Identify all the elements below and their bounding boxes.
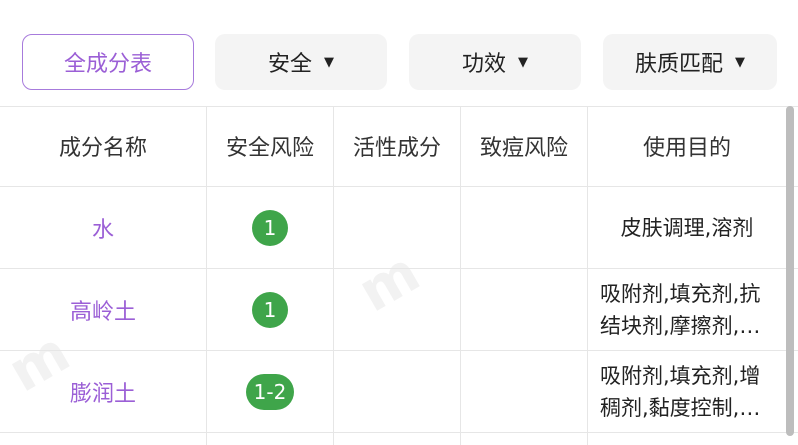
ingredient-table: 成分名称 安全风险 活性成分 致痘风险 使用目的 水 1 皮肤调理,溶剂 高岭土… xyxy=(0,106,798,445)
safety-filter-label: 安全 xyxy=(267,52,312,77)
active-cell xyxy=(334,187,460,269)
header-name: 成分名称 xyxy=(58,136,147,161)
ingredient-name-link[interactable]: 膨润土 xyxy=(0,351,206,433)
acne-cell xyxy=(461,351,587,433)
all-ingredients-button[interactable]: 全成分表 xyxy=(22,34,194,90)
efficacy-filter-dropdown[interactable]: 功效 ▼ xyxy=(409,34,581,90)
safety-badge: 1 xyxy=(252,292,288,328)
active-cell xyxy=(334,351,460,433)
table-header: 成分名称 安全风险 活性成分 致痘风险 使用目的 xyxy=(0,106,798,186)
filter-bar: 全成分表 安全 ▼ 功效 ▼ 肤质匹配 ▼ xyxy=(0,0,798,106)
table-row[interactable]: 水 1 皮肤调理,溶剂 xyxy=(0,187,798,269)
ingredient-name-link[interactable]: 水 xyxy=(0,187,206,269)
efficacy-filter-label: 功效 xyxy=(461,52,506,77)
header-purpose: 使用目的 xyxy=(642,136,731,161)
caret-down-icon: ▼ xyxy=(735,54,745,70)
purpose-cell: 吸附剂,填充剂,增 稠剂,黏度控制,… xyxy=(600,364,761,420)
header-acne-risk: 致痘风险 xyxy=(479,136,568,161)
safety-cell: 1 xyxy=(207,269,333,351)
scrollbar[interactable] xyxy=(786,106,794,436)
header-safety-risk: 安全风险 xyxy=(225,136,314,161)
purpose-cell: 吸附剂,填充剂,抗 结块剂,摩擦剂,… xyxy=(600,282,761,338)
safety-cell: 1 xyxy=(207,187,333,269)
caret-down-icon: ▼ xyxy=(518,54,528,70)
safety-filter-dropdown[interactable]: 安全 ▼ xyxy=(215,34,387,90)
ingredient-name-link[interactable]: 高岭土 xyxy=(0,269,206,351)
skin-match-filter-label: 肤质匹配 xyxy=(634,52,723,77)
purpose-cell: 皮肤调理,溶剂 xyxy=(620,216,754,240)
safety-badge: 1 xyxy=(252,210,288,246)
caret-down-icon: ▼ xyxy=(324,54,334,70)
skin-match-filter-dropdown[interactable]: 肤质匹配 ▼ xyxy=(603,34,777,90)
safety-badge: 1-2 xyxy=(245,374,295,410)
table-row[interactable]: 高岭土 1 吸附剂,填充剂,抗 结块剂,摩擦剂,… xyxy=(0,269,798,351)
acne-cell xyxy=(461,187,587,269)
all-ingredients-label: 全成分表 xyxy=(63,52,152,77)
active-cell xyxy=(334,269,460,351)
acne-cell xyxy=(461,269,587,351)
header-active-ingredient: 活性成分 xyxy=(352,136,441,161)
table-row[interactable]: 膨润土 1-2 吸附剂,填充剂,增 稠剂,黏度控制,… xyxy=(0,351,798,433)
safety-cell: 1-2 xyxy=(207,351,333,433)
